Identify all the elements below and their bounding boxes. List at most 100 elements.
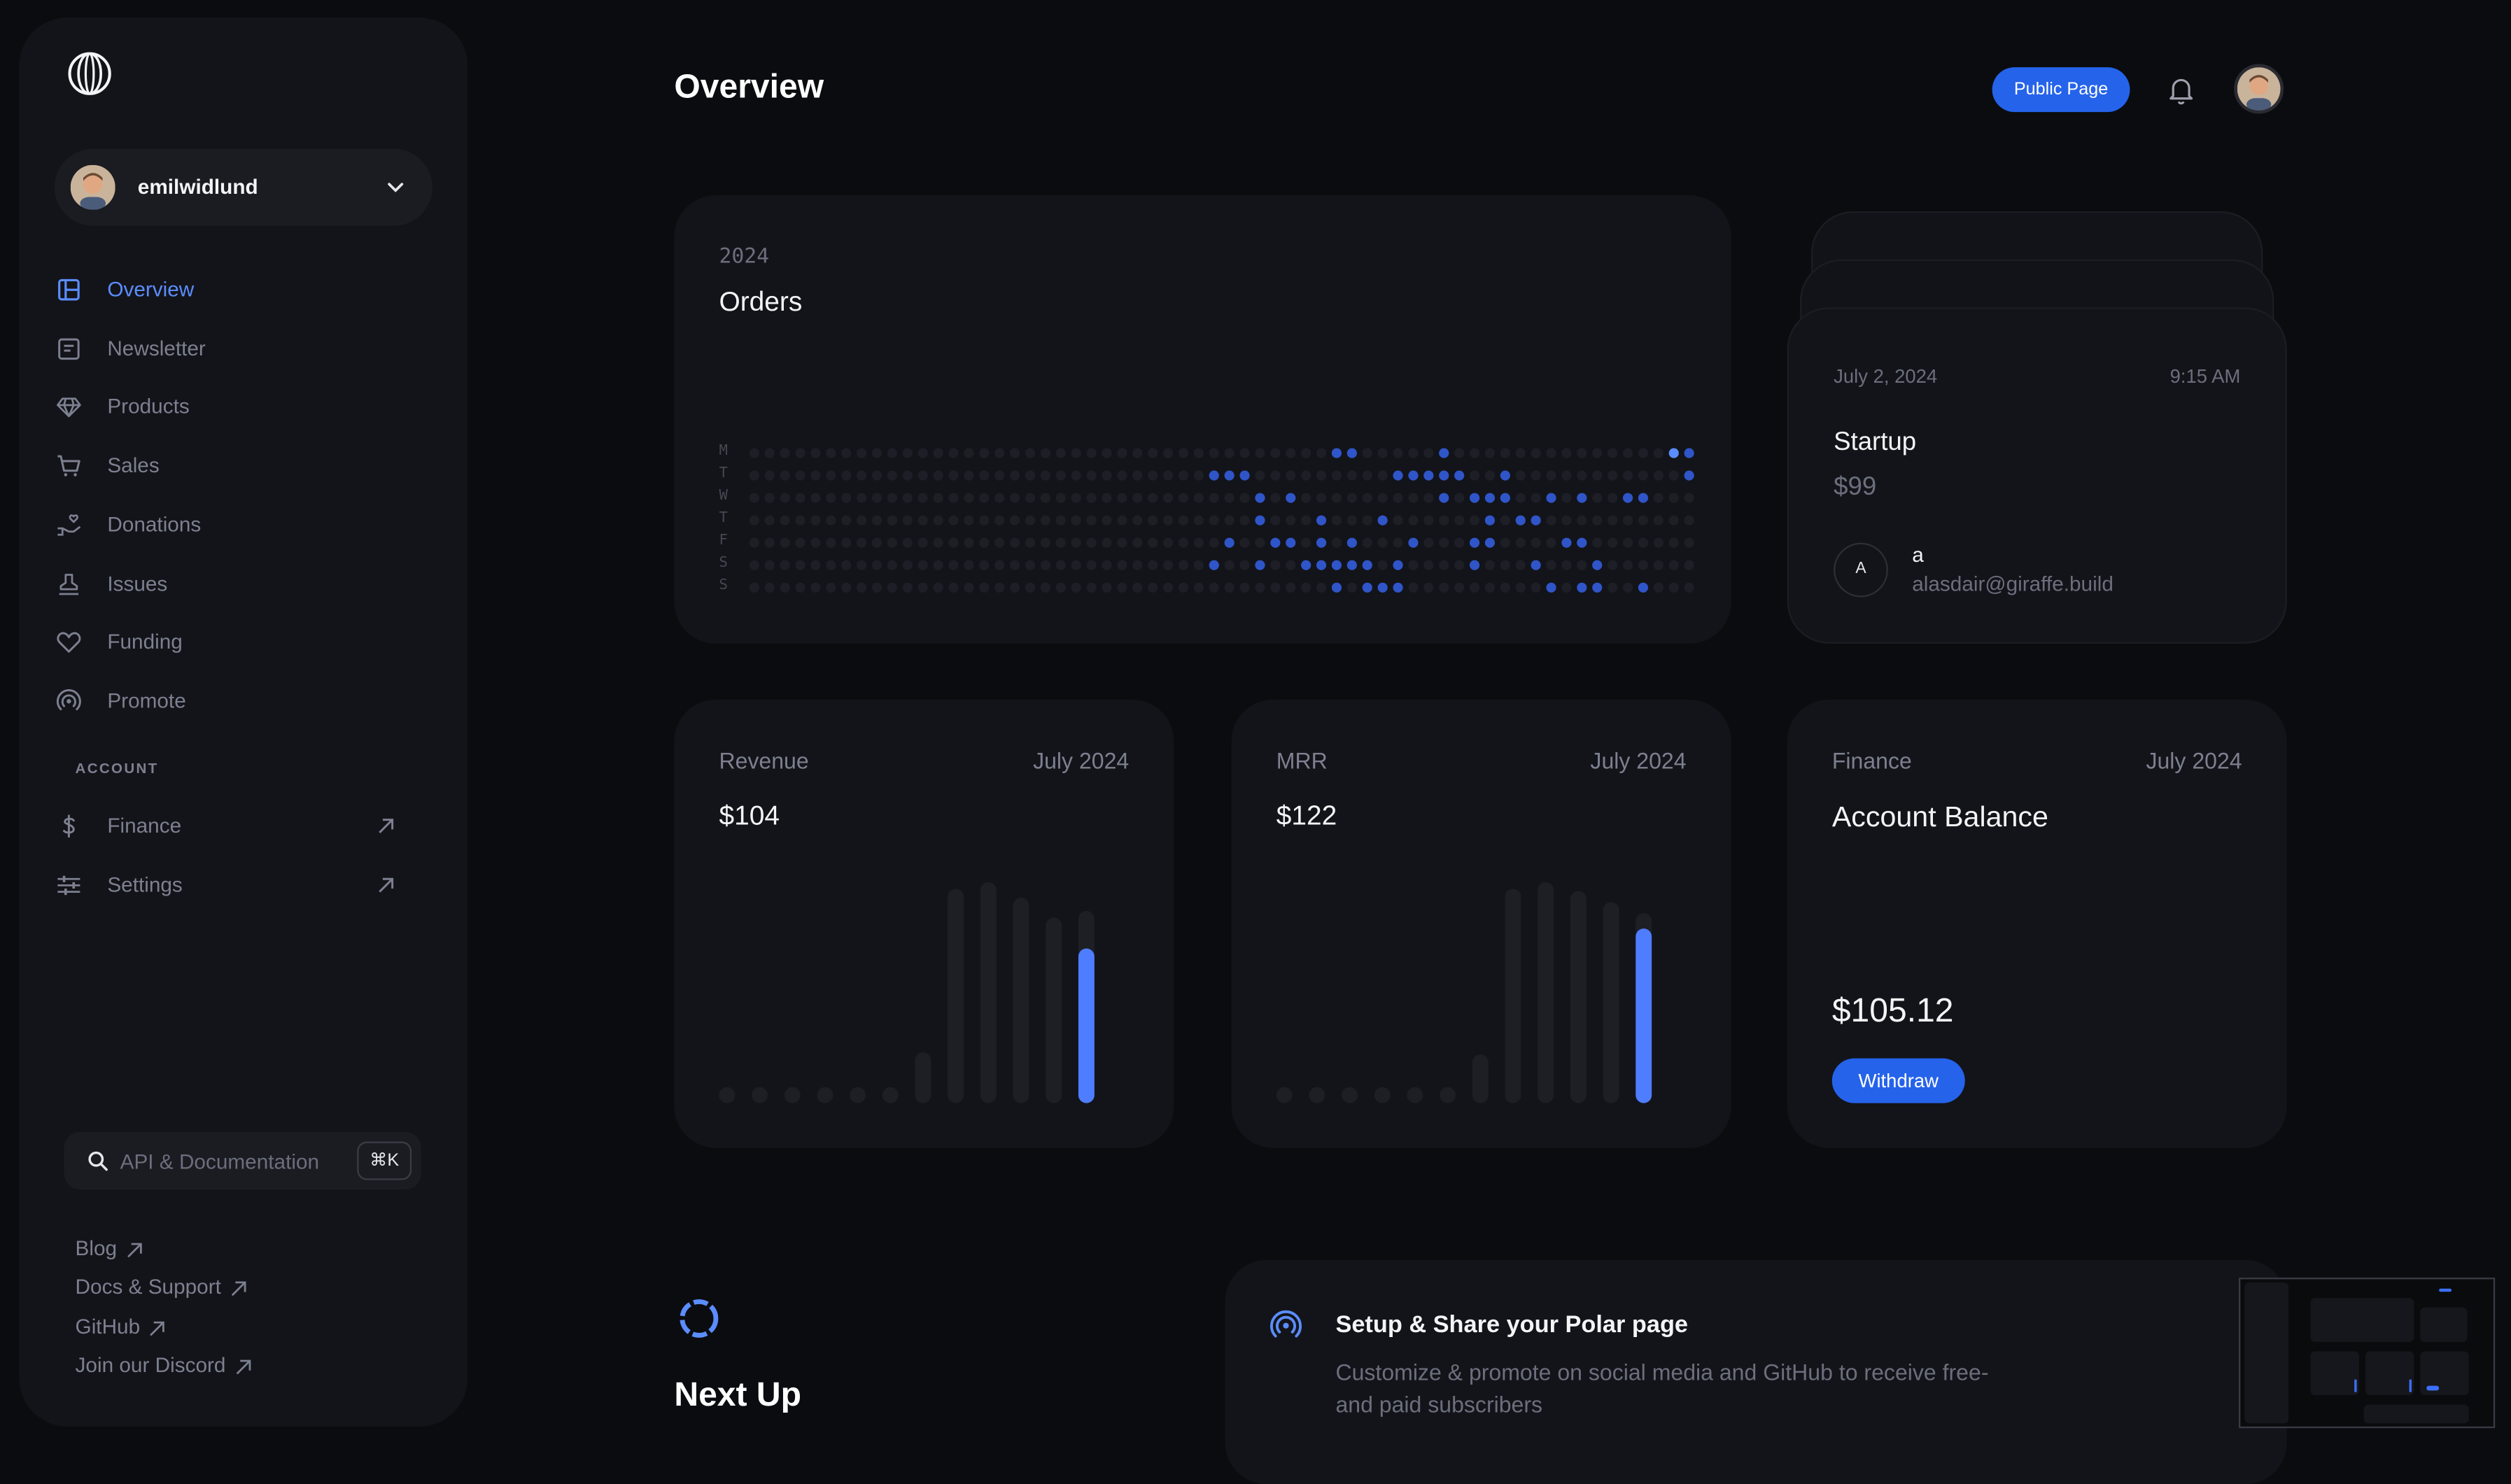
sidebar-item-finance[interactable]: Finance [53,805,421,847]
heatmap-cell [1561,493,1572,503]
weekday-labels: M T W T F S S [719,440,735,597]
heatmap-cell [1025,493,1036,503]
heatmap-cell [1178,582,1189,593]
heatmap-cell [964,582,974,593]
heatmap-cell-active [1638,493,1649,503]
heatmap-cell [780,537,790,548]
heatmap-cell [1071,560,1081,570]
sidebar-item-label: Sales [107,453,160,477]
heatmap-cell [1377,560,1388,570]
heatmap-cell [1484,470,1496,481]
orders-card: 2024 Orders M T W T F S S [674,195,1731,644]
blog-link[interactable]: Blog [76,1236,143,1260]
heatmap-cell [1270,582,1281,593]
heatmap-cell [1270,493,1281,503]
heatmap-cell [1638,537,1649,548]
heatmap-cell [1102,493,1112,503]
heatmap-cell [856,560,867,570]
revenue-card[interactable]: Revenue July 2024 $104 [674,699,1174,1148]
heatmap-cell-active [1577,537,1587,548]
heatmap-cell [1040,582,1050,593]
newsletter-icon [58,338,80,360]
heatmap-cell [1162,515,1174,525]
github-link[interactable]: GitHub [76,1315,166,1338]
heatmap-cell [1255,537,1265,548]
heatmap-cell-active [1684,470,1694,481]
heatmap-cell [1255,470,1265,481]
heatmap-cell [764,537,775,548]
heatmap-cell [902,560,913,570]
sidebar-item-overview[interactable]: Overview [53,269,421,310]
heatmap-cell [1239,493,1250,503]
heatmap-cell [994,582,1005,593]
heatmap-cell [1316,582,1327,593]
cart-icon [57,455,80,476]
discord-link[interactable]: Join our Discord [76,1353,252,1377]
sidebar-item-promote[interactable]: Promote [53,681,421,722]
heatmap-cell [1162,470,1174,481]
heatmap-cell [1162,448,1174,458]
mrr-card[interactable]: MRR July 2024 $122 [1231,699,1731,1148]
heatmap-cell [749,448,759,458]
heatmap-cell [1316,493,1327,503]
heatmap-cell [1025,560,1036,570]
sidebar-item-funding[interactable]: Funding [53,621,421,663]
heatmap-cell [856,582,867,593]
heatmap-cell [1286,582,1296,593]
sidebar-item-donations[interactable]: Donations [53,504,421,546]
heatmap-cell-active [1439,448,1449,458]
heatmap-cell [1286,515,1296,525]
heatmap-cell [1255,582,1265,593]
docs-search[interactable]: API & Documentation ⌘K [64,1131,421,1190]
heatmap-cell [902,493,913,503]
revenue-period: July 2024 [1033,747,1130,774]
heatmap-cell [856,537,867,548]
heatmap-cell-active [1592,560,1603,570]
heatmap-cell [856,493,867,503]
heatmap-cell [1561,470,1572,481]
heatmap-cell [1500,582,1510,593]
heatmap-cell-active [1331,448,1342,458]
bell-icon[interactable] [2165,73,2197,106]
heatmap-cell [1346,515,1357,525]
heatmap-cell [780,560,790,570]
polar-logo-icon[interactable] [67,51,112,96]
bar [1505,889,1521,1103]
heatmap-cell [871,493,882,503]
heatmap-cell [1055,448,1066,458]
latest-order-card[interactable]: July 2, 2024 9:15 AM Startup $99 A a ala… [1787,307,2287,644]
sidebar-item-sales[interactable]: Sales [53,445,421,486]
sidebar-item-label: Promote [107,688,186,713]
withdraw-button[interactable]: Withdraw [1831,1058,1965,1103]
setup-polar-page-card[interactable]: Setup & Share your Polar page Customize … [1225,1259,2287,1484]
bar [948,889,964,1103]
heatmap-cell [1439,560,1449,570]
user-avatar[interactable] [2234,64,2284,114]
sidebar-item-issues[interactable]: Issues [53,563,421,605]
weekday-label: S [719,578,728,594]
order-date: July 2, 2024 [1834,365,1938,388]
heatmap-cell [1531,470,1541,481]
docs-support-link[interactable]: Docs & Support [76,1274,247,1299]
bar-current [1078,948,1095,1103]
heatmap-cell [780,470,790,481]
bar [1309,1087,1325,1103]
heatmap-cell-active [1592,582,1603,593]
sidebar-item-products[interactable]: Products [53,386,421,427]
public-page-button[interactable]: Public Page [1992,67,2130,113]
sidebar-item-settings[interactable]: Settings [53,865,421,906]
sliders-icon [57,875,80,896]
heatmap-cell [1561,448,1572,458]
weekday-label: T [719,510,728,527]
heatmap-cell [1162,537,1174,548]
heatmap-cell-active [1577,582,1587,593]
heatmap-cell [1255,448,1265,458]
heatmap-cell [1055,560,1066,570]
heatmap-cell [841,448,852,458]
account-switcher[interactable]: emilwidlund [54,148,432,226]
mrr-value: $122 [1276,800,1337,831]
heatmap-cell [1162,582,1174,593]
heatmap-cell [810,448,821,458]
page-minimap[interactable] [2239,1278,2496,1429]
sidebar-item-newsletter[interactable]: Newsletter [53,328,421,369]
